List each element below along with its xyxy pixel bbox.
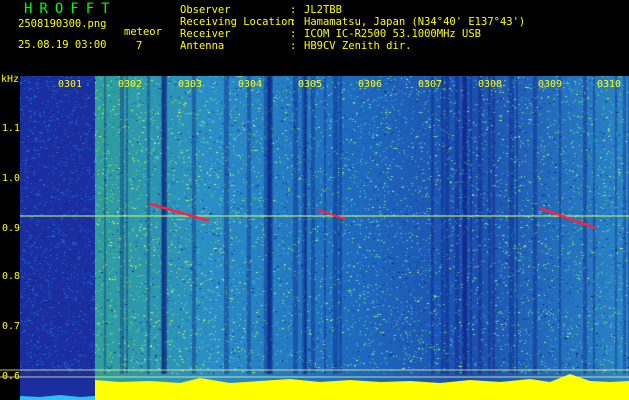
axis-unit-khz: kHz <box>1 74 20 85</box>
time-label: 0307 <box>418 79 443 90</box>
header-panel: HROFFT 2508190300.png 25.08.19 03:00 met… <box>0 0 629 76</box>
time-label: 0301 <box>58 79 83 90</box>
y-tick-label: 0.8 <box>2 271 21 282</box>
info-value: JL2TBB <box>304 4 342 16</box>
info-colon: : <box>290 28 297 40</box>
filename-label: 2508190300.png <box>18 18 107 30</box>
info-colon: : <box>290 4 297 16</box>
time-label: 0309 <box>538 79 563 90</box>
app-title: HROFFT <box>24 1 117 17</box>
time-label: 0304 <box>238 79 263 90</box>
info-key: Receiving Location <box>180 16 294 28</box>
y-tick-label: 0.9 <box>2 223 21 234</box>
info-value: HB9CV Zenith dir. <box>304 40 412 52</box>
meteor-trace <box>149 202 211 223</box>
info-value: Hamamatsu, Japan (N34°40' E137°43') <box>304 16 526 28</box>
time-label: 0303 <box>178 79 203 90</box>
y-tick-label: 0.7 <box>2 321 21 332</box>
info-colon: : <box>290 40 297 52</box>
meteor-trace <box>317 209 346 220</box>
signal-level-left <box>20 395 95 400</box>
time-label: 0306 <box>358 79 383 90</box>
info-key: Antenna <box>180 40 225 52</box>
info-colon: : <box>290 16 297 28</box>
y-tick-label: 0.6 <box>2 371 21 382</box>
time-label: 0305 <box>298 79 323 90</box>
signal-level-histogram <box>95 374 629 400</box>
spectrogram-plot <box>0 76 629 400</box>
y-tick-label: 1.1 <box>2 123 21 134</box>
info-value: ICOM IC-R2500 53.1000MHz USB <box>304 28 482 40</box>
time-label: 0308 <box>478 79 503 90</box>
y-tick-label: 1.0 <box>2 173 21 184</box>
datetime-label: 25.08.19 03:00 <box>18 39 107 51</box>
info-key: Observer <box>180 4 231 16</box>
meteor-count-label: meteor <box>124 26 162 38</box>
meteor-count-value: 7 <box>136 40 143 52</box>
time-label: 0302 <box>118 79 143 90</box>
info-key: Receiver <box>180 28 231 40</box>
meteor-trace <box>539 206 596 230</box>
spectrogram-overlay <box>0 202 629 400</box>
time-label: 0310 <box>597 79 622 90</box>
